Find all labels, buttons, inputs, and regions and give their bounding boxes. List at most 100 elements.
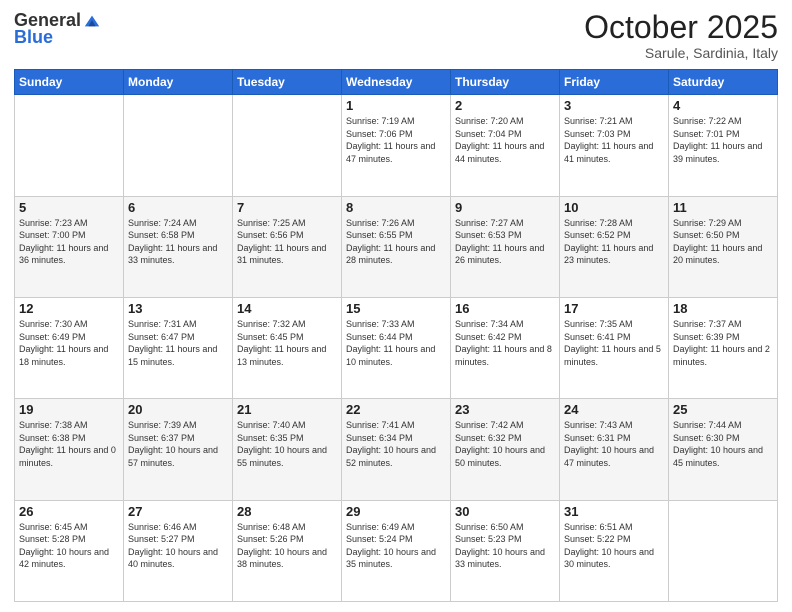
table-row: 25Sunrise: 7:44 AMSunset: 6:30 PMDayligh… xyxy=(669,399,778,500)
day-number: 28 xyxy=(237,504,337,519)
table-row: 13 Sunrise: 7:31 AMSunset: 6:47 PMDayligh… xyxy=(124,297,233,398)
calendar-header-row: Sunday Monday Tuesday Wednesday Thursday… xyxy=(15,70,778,95)
day-info: Sunrise: 7:30 AMSunset: 6:49 PMDaylight:… xyxy=(19,318,119,368)
table-row: 12 Sunrise: 7:30 AMSunset: 6:49 PMDayligh… xyxy=(15,297,124,398)
table-row: 7 Sunrise: 7:25 AMSunset: 6:56 PMDaylight… xyxy=(233,196,342,297)
day-number: 19 xyxy=(19,402,119,417)
day-info: Sunrise: 7:34 AMSunset: 6:42 PMDaylight:… xyxy=(455,318,555,368)
calendar-week-4: 19 Sunrise: 7:38 AMSunset: 6:38 PMDayligh… xyxy=(15,399,778,500)
day-number: 1 xyxy=(346,98,446,113)
day-info: Sunrise: 7:26 AMSunset: 6:55 PMDaylight:… xyxy=(346,217,446,267)
day-number: 2 xyxy=(455,98,555,113)
day-number: 26 xyxy=(19,504,119,519)
day-info: Sunrise: 7:43 AMSunset: 6:31 PMDaylight:… xyxy=(564,419,664,469)
day-info: Sunrise: 7:22 AMSunset: 7:01 PMDaylight:… xyxy=(673,115,773,165)
day-info: Sunrise: 6:50 AMSunset: 5:23 PMDaylight:… xyxy=(455,521,555,571)
table-row: 8 Sunrise: 7:26 AMSunset: 6:55 PMDaylight… xyxy=(342,196,451,297)
table-row: 31 Sunrise: 6:51 AMSunset: 5:22 PMDayligh… xyxy=(560,500,669,601)
calendar-table: Sunday Monday Tuesday Wednesday Thursday… xyxy=(14,69,778,602)
table-row: 19 Sunrise: 7:38 AMSunset: 6:38 PMDayligh… xyxy=(15,399,124,500)
day-info: Sunrise: 7:28 AMSunset: 6:52 PMDaylight:… xyxy=(564,217,664,267)
day-info: Sunrise: 7:24 AMSunset: 6:58 PMDaylight:… xyxy=(128,217,228,267)
day-number: 18 xyxy=(673,301,773,316)
table-row: 20 Sunrise: 7:39 AMSunset: 6:37 PMDayligh… xyxy=(124,399,233,500)
table-row xyxy=(233,95,342,196)
day-info: Sunrise: 6:49 AMSunset: 5:24 PMDaylight:… xyxy=(346,521,446,571)
day-number: 12 xyxy=(19,301,119,316)
table-row: 11 Sunrise: 7:29 AMSunset: 6:50 PMDayligh… xyxy=(669,196,778,297)
table-row: 26 Sunrise: 6:45 AMSunset: 5:28 PMDayligh… xyxy=(15,500,124,601)
col-friday: Friday xyxy=(560,70,669,95)
day-info: Sunrise: 7:41 AMSunset: 6:34 PMDaylight:… xyxy=(346,419,446,469)
table-row: 3 Sunrise: 7:21 AMSunset: 7:03 PMDaylight… xyxy=(560,95,669,196)
day-info: Sunrise: 7:23 AMSunset: 7:00 PMDaylight:… xyxy=(19,217,119,267)
table-row xyxy=(124,95,233,196)
day-number: 5 xyxy=(19,200,119,215)
table-row xyxy=(15,95,124,196)
calendar-week-5: 26 Sunrise: 6:45 AMSunset: 5:28 PMDayligh… xyxy=(15,500,778,601)
page: General Blue October 2025 Sarule, Sardin… xyxy=(0,0,792,612)
day-info: Sunrise: 7:20 AMSunset: 7:04 PMDaylight:… xyxy=(455,115,555,165)
table-row: 15Sunrise: 7:33 AMSunset: 6:44 PMDayligh… xyxy=(342,297,451,398)
table-row: 16Sunrise: 7:34 AMSunset: 6:42 PMDayligh… xyxy=(451,297,560,398)
day-info: Sunrise: 6:51 AMSunset: 5:22 PMDaylight:… xyxy=(564,521,664,571)
day-number: 11 xyxy=(673,200,773,215)
day-number: 3 xyxy=(564,98,664,113)
logo-icon xyxy=(83,12,101,30)
col-monday: Monday xyxy=(124,70,233,95)
day-info: Sunrise: 7:27 AMSunset: 6:53 PMDaylight:… xyxy=(455,217,555,267)
table-row: 21Sunrise: 7:40 AMSunset: 6:35 PMDayligh… xyxy=(233,399,342,500)
table-row: 2 Sunrise: 7:20 AMSunset: 7:04 PMDaylight… xyxy=(451,95,560,196)
day-number: 30 xyxy=(455,504,555,519)
calendar-week-1: 1 Sunrise: 7:19 AMSunset: 7:06 PMDaylight… xyxy=(15,95,778,196)
col-tuesday: Tuesday xyxy=(233,70,342,95)
table-row: 22 Sunrise: 7:41 AMSunset: 6:34 PMDayligh… xyxy=(342,399,451,500)
day-number: 7 xyxy=(237,200,337,215)
logo: General Blue xyxy=(14,10,101,48)
calendar-week-3: 12 Sunrise: 7:30 AMSunset: 6:49 PMDayligh… xyxy=(15,297,778,398)
day-number: 31 xyxy=(564,504,664,519)
day-info: Sunrise: 7:32 AMSunset: 6:45 PMDaylight:… xyxy=(237,318,337,368)
day-number: 13 xyxy=(128,301,228,316)
month-title: October 2025 xyxy=(584,10,778,45)
day-info: Sunrise: 6:45 AMSunset: 5:28 PMDaylight:… xyxy=(19,521,119,571)
day-info: Sunrise: 7:25 AMSunset: 6:56 PMDaylight:… xyxy=(237,217,337,267)
logo-blue: Blue xyxy=(14,27,53,48)
day-number: 23 xyxy=(455,402,555,417)
table-row: 14Sunrise: 7:32 AMSunset: 6:45 PMDayligh… xyxy=(233,297,342,398)
day-number: 10 xyxy=(564,200,664,215)
day-info: Sunrise: 7:40 AMSunset: 6:35 PMDaylight:… xyxy=(237,419,337,469)
day-number: 15 xyxy=(346,301,446,316)
day-number: 8 xyxy=(346,200,446,215)
subtitle: Sarule, Sardinia, Italy xyxy=(584,45,778,61)
table-row: 29 Sunrise: 6:49 AMSunset: 5:24 PMDayligh… xyxy=(342,500,451,601)
col-thursday: Thursday xyxy=(451,70,560,95)
calendar-week-2: 5 Sunrise: 7:23 AMSunset: 7:00 PMDaylight… xyxy=(15,196,778,297)
day-info: Sunrise: 7:35 AMSunset: 6:41 PMDaylight:… xyxy=(564,318,664,368)
day-info: Sunrise: 7:37 AMSunset: 6:39 PMDaylight:… xyxy=(673,318,773,368)
day-info: Sunrise: 6:48 AMSunset: 5:26 PMDaylight:… xyxy=(237,521,337,571)
day-number: 25 xyxy=(673,402,773,417)
day-number: 20 xyxy=(128,402,228,417)
table-row: 6Sunrise: 7:24 AMSunset: 6:58 PMDaylight… xyxy=(124,196,233,297)
day-info: Sunrise: 7:29 AMSunset: 6:50 PMDaylight:… xyxy=(673,217,773,267)
table-row: 28 Sunrise: 6:48 AMSunset: 5:26 PMDayligh… xyxy=(233,500,342,601)
day-number: 29 xyxy=(346,504,446,519)
day-info: Sunrise: 7:21 AMSunset: 7:03 PMDaylight:… xyxy=(564,115,664,165)
table-row: 5 Sunrise: 7:23 AMSunset: 7:00 PMDaylight… xyxy=(15,196,124,297)
table-row: 23Sunrise: 7:42 AMSunset: 6:32 PMDayligh… xyxy=(451,399,560,500)
col-saturday: Saturday xyxy=(669,70,778,95)
day-number: 27 xyxy=(128,504,228,519)
table-row: 4Sunrise: 7:22 AMSunset: 7:01 PMDaylight… xyxy=(669,95,778,196)
day-info: Sunrise: 7:19 AMSunset: 7:06 PMDaylight:… xyxy=(346,115,446,165)
day-info: Sunrise: 7:31 AMSunset: 6:47 PMDaylight:… xyxy=(128,318,228,368)
table-row: 24Sunrise: 7:43 AMSunset: 6:31 PMDayligh… xyxy=(560,399,669,500)
day-number: 17 xyxy=(564,301,664,316)
col-wednesday: Wednesday xyxy=(342,70,451,95)
day-info: Sunrise: 7:38 AMSunset: 6:38 PMDaylight:… xyxy=(19,419,119,469)
day-info: Sunrise: 6:46 AMSunset: 5:27 PMDaylight:… xyxy=(128,521,228,571)
day-number: 22 xyxy=(346,402,446,417)
title-block: October 2025 Sarule, Sardinia, Italy xyxy=(584,10,778,61)
day-info: Sunrise: 7:39 AMSunset: 6:37 PMDaylight:… xyxy=(128,419,228,469)
table-row: 1 Sunrise: 7:19 AMSunset: 7:06 PMDaylight… xyxy=(342,95,451,196)
